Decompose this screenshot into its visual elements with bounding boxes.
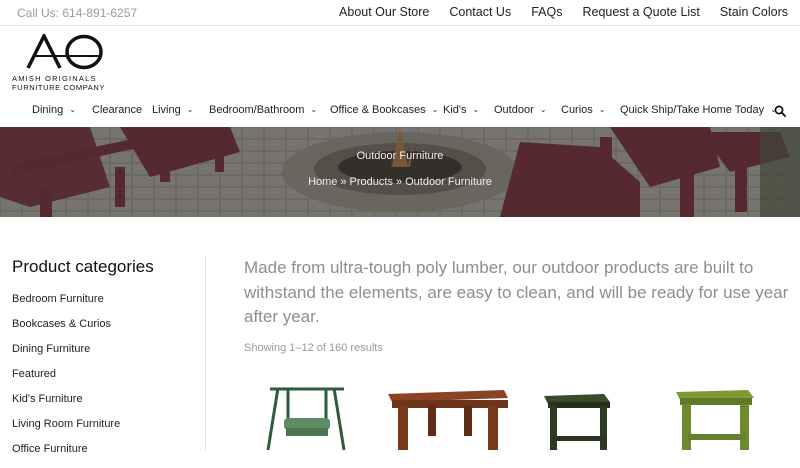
- nav-item-outdoor[interactable]: Outdoor ⌄: [494, 104, 546, 116]
- product-image-porch-swing[interactable]: [264, 380, 350, 450]
- breadcrumb: Home» Products» Outdoor Furniture: [0, 176, 800, 188]
- nav-item-label: Curios: [561, 104, 593, 116]
- chevron-down-icon: ⌄: [186, 105, 194, 114]
- main-content: Made from ultra-tough poly lumber, our o…: [244, 256, 789, 354]
- nav-item-label: Office & Bookcases: [330, 104, 426, 116]
- chevron-down-icon: ⌄: [69, 105, 76, 114]
- breadcrumb-separator: »: [340, 176, 347, 188]
- product-grid: [244, 380, 789, 450]
- breadcrumb-current: Outdoor Furniture: [405, 176, 492, 188]
- chevron-down-icon: ⌄: [472, 105, 480, 114]
- nav-item-clearance[interactable]: Clearance: [92, 104, 142, 116]
- search-icon[interactable]: [774, 105, 786, 117]
- category-kids-furniture[interactable]: Kid's Furniture: [12, 393, 202, 418]
- request-quote-link[interactable]: Request a Quote List: [582, 5, 699, 19]
- phone-number[interactable]: Call Us: 614-891-6257: [17, 6, 137, 20]
- nav-item-quick-ship[interactable]: Quick Ship/Take Home Today ⌄: [620, 104, 777, 116]
- chevron-down-icon: ⌄: [598, 105, 606, 114]
- hero-title: Outdoor Furniture: [356, 150, 444, 162]
- about-our-store-link[interactable]: About Our Store: [339, 5, 429, 19]
- chevron-down-icon: ⌄: [539, 105, 547, 114]
- nav-item-curios[interactable]: Curios ⌄: [561, 104, 606, 116]
- breadcrumb-separator: »: [395, 176, 403, 188]
- sidebar: Product categories Bedroom Furniture Boo…: [12, 257, 202, 468]
- nav-item-living[interactable]: Living ⌄: [152, 104, 193, 116]
- sidebar-heading: Product categories: [12, 257, 154, 276]
- logo-mark-icon: [26, 34, 103, 70]
- faqs-link[interactable]: FAQs: [531, 5, 562, 19]
- nav-item-label: Kid's: [443, 104, 467, 116]
- breadcrumb-home[interactable]: Home: [308, 176, 337, 188]
- category-bookcases-curios[interactable]: Bookcases & Curios: [12, 318, 202, 343]
- site-logo[interactable]: AMISH ORIGINALS FURNITURE COMPANY: [12, 34, 122, 92]
- nav-item-bedroom-bathroom[interactable]: Bedroom/Bathroom ⌄: [209, 104, 317, 116]
- category-bedroom-furniture[interactable]: Bedroom Furniture: [12, 293, 202, 318]
- logo-line-1: AMISH ORIGINALS: [12, 74, 97, 83]
- category-featured[interactable]: Featured: [12, 368, 202, 393]
- logo-line-2: FURNITURE COMPANY: [12, 83, 105, 92]
- top-bar: Call Us: 614-891-6257 About Our Store Co…: [0, 0, 800, 26]
- sidebar-divider: [205, 257, 206, 450]
- nav-item-label: Living: [152, 104, 181, 116]
- category-description: Made from ultra-tough poly lumber, our o…: [244, 258, 789, 326]
- breadcrumb-products[interactable]: Products: [350, 176, 393, 188]
- hero-overlay: [0, 127, 800, 217]
- stain-colors-link[interactable]: Stain Colors: [720, 5, 788, 19]
- main-nav: Dining ⌄ Clearance Living ⌄ Bedroom/Bathro…: [0, 104, 800, 126]
- hero-banner: Outdoor Furniture Home» Products» Outdoor …: [0, 127, 800, 217]
- contact-us-link[interactable]: Contact Us: [449, 5, 511, 19]
- product-image-end-table[interactable]: [542, 380, 612, 450]
- nav-item-dining[interactable]: Dining ⌄: [32, 104, 76, 116]
- nav-item-kids[interactable]: Kid's ⌄: [443, 104, 479, 116]
- category-office-furniture[interactable]: Office Furniture: [12, 443, 202, 468]
- nav-item-label: Dining: [32, 104, 64, 116]
- nav-item-office-bookcases[interactable]: Office & Bookcases ⌄: [330, 104, 439, 116]
- category-dining-furniture[interactable]: Dining Furniture: [12, 343, 202, 368]
- chevron-down-icon: ⌄: [310, 105, 318, 114]
- chevron-down-icon: ⌄: [431, 105, 439, 114]
- nav-item-label: Clearance: [92, 104, 143, 116]
- product-image-dining-table[interactable]: [384, 380, 508, 450]
- category-living-room-furniture[interactable]: Living Room Furniture: [12, 418, 202, 443]
- nav-item-label: Quick Ship/Take Home Today: [620, 104, 765, 116]
- utility-links: About Our Store Contact Us FAQs Request …: [339, 5, 788, 19]
- nav-item-label: Outdoor: [494, 104, 534, 116]
- product-image-side-table[interactable]: [674, 380, 754, 450]
- result-count: Showing 1–12 of 160 results: [244, 341, 383, 354]
- nav-item-label: Bedroom/Bathroom: [209, 104, 305, 116]
